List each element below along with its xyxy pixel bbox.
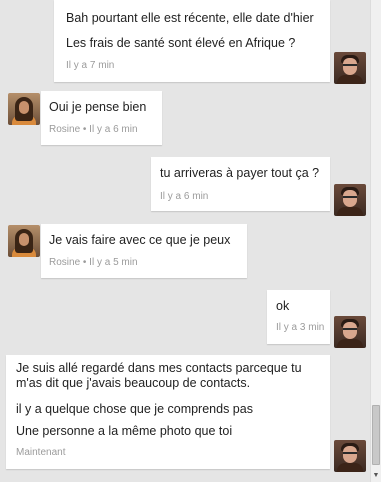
message-timestamp: Rosine • Il y a 6 min: [49, 124, 138, 135]
message-text: Les frais de santé sont élevé en Afrique…: [66, 36, 296, 50]
message-bubble-incoming: Je vais faire avec ce que je peux Rosine…: [41, 224, 247, 278]
avatar: [334, 440, 366, 472]
avatar: [334, 184, 366, 216]
message-timestamp: Il y a 7 min: [66, 60, 115, 71]
avatar: [8, 93, 40, 125]
message-text: Je vais faire avec ce que je peux: [49, 233, 231, 247]
message-bubble-outgoing: ok Il y a 3 min: [267, 290, 330, 344]
message-text: Une personne a la même photo que toi: [16, 424, 233, 438]
message-timestamp: Rosine • Il y a 5 min: [49, 257, 138, 268]
message-text: il y a quelque chose que je comprends pa…: [16, 402, 253, 416]
scrollbar-thumb[interactable]: [372, 405, 380, 465]
vertical-scrollbar[interactable]: ▼: [370, 0, 381, 482]
message-text: Bah pourtant elle est récente, elle date…: [66, 11, 314, 25]
message-timestamp: Il y a 6 min: [160, 191, 209, 202]
message-timestamp: Il y a 3 min: [276, 322, 325, 333]
message-text: tu arriveras à payer tout ça ?: [160, 166, 320, 180]
avatar: [334, 52, 366, 84]
message-bubble-outgoing: tu arriveras à payer tout ça ? Il y a 6 …: [151, 157, 330, 211]
message-text: Oui je pense bien: [49, 100, 147, 114]
avatar: [334, 316, 366, 348]
message-bubble-outgoing: Bah pourtant elle est récente, elle date…: [54, 0, 330, 82]
message-text: Je suis allé regardé dans mes contacts p…: [16, 361, 302, 390]
message-text: ok: [276, 299, 290, 313]
avatar: [8, 225, 40, 257]
chat-thread: Bah pourtant elle est récente, elle date…: [0, 0, 370, 482]
scroll-down-arrow-icon[interactable]: ▼: [371, 470, 381, 482]
message-bubble-incoming: Oui je pense bien Rosine • Il y a 6 min: [41, 91, 162, 145]
message-timestamp: Maintenant: [16, 447, 66, 458]
message-bubble-outgoing: Je suis allé regardé dans mes contacts p…: [6, 355, 330, 469]
